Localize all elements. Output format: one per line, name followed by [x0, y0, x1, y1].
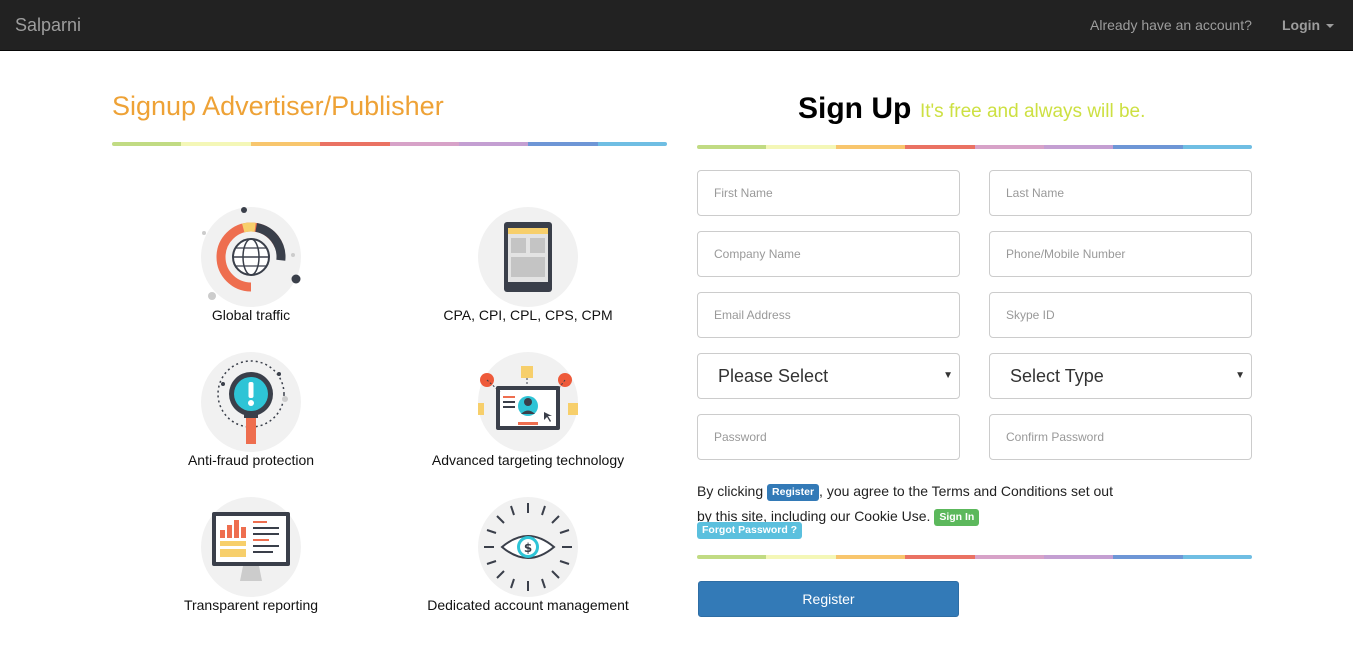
register-badge: Register: [767, 483, 820, 501]
type-select-value: Select Type: [1010, 366, 1104, 386]
first-name-input[interactable]: [697, 170, 960, 216]
stripe-segment: [905, 145, 975, 149]
last-name-input[interactable]: [989, 170, 1252, 216]
stripe-segment: [458, 142, 529, 146]
register-button[interactable]: Register: [698, 581, 959, 617]
stripe-segment: [1113, 555, 1183, 559]
feature-anti-fraud: Anti-fraud protection: [121, 352, 381, 468]
stripe-segment: [1113, 145, 1183, 149]
stripe-segment: [250, 142, 321, 146]
monitor-report-icon: [201, 497, 301, 597]
stripe-segment: [112, 142, 182, 146]
stripe-segment: [181, 142, 251, 146]
left-color-divider: [112, 142, 667, 146]
feature-label: Anti-fraud protection: [187, 452, 315, 468]
country-select[interactable]: Please Select ▼: [697, 353, 960, 399]
country-select-value: Please Select: [718, 366, 829, 386]
top-navbar: Salparni Already have an account? Login: [0, 0, 1353, 51]
caret-down-icon: [1326, 24, 1335, 29]
stripe-segment: [905, 555, 975, 559]
signup-subtitle: It's free and always will be.: [920, 101, 1146, 122]
skype-id-input[interactable]: [989, 292, 1252, 338]
feature-label: Dedicated account management: [427, 597, 629, 613]
stripe-segment: [1043, 145, 1114, 149]
feature-label: Advanced targeting technology: [431, 452, 625, 468]
stripe-segment: [835, 555, 906, 559]
stripe-segment: [320, 142, 390, 146]
confirm-password-input[interactable]: [989, 414, 1252, 460]
stripe-segment: [1043, 555, 1114, 559]
stripe-segment: [389, 142, 459, 146]
forgot-password-link[interactable]: Forgot Password ?: [697, 522, 803, 539]
password-input[interactable]: [697, 414, 960, 460]
terms-prefix: By clicking: [697, 483, 764, 499]
stripe-segment: [766, 145, 836, 149]
feature-pricing-models: CPA, CPI, CPL, CPS, CPM: [398, 207, 658, 323]
stripe-segment: [835, 145, 906, 149]
stripe-segment: [974, 555, 1044, 559]
feature-reporting: Transparent reporting: [121, 497, 381, 613]
stripe-segment: [597, 142, 667, 146]
stripe-segment: [974, 145, 1044, 149]
globe-chart-icon: [201, 207, 301, 307]
dollar-eye-icon: $: [478, 497, 578, 597]
company-name-input[interactable]: [697, 231, 960, 277]
stripe-segment: [528, 142, 598, 146]
stripe-segment: [697, 555, 767, 559]
sign-in-link[interactable]: Sign In: [934, 508, 980, 526]
already-have-account-text: Already have an account?: [1090, 17, 1252, 33]
tablet-icon: [478, 207, 578, 307]
stripe-segment: [1182, 555, 1252, 559]
feature-label: Global traffic: [211, 307, 291, 323]
stripe-segment: [697, 145, 767, 149]
right-color-divider-bottom: [697, 555, 1252, 559]
login-label: Login: [1282, 17, 1321, 33]
feature-label: CPA, CPI, CPL, CPS, CPM: [443, 307, 613, 323]
email-input[interactable]: [697, 292, 960, 338]
feature-account-management: $ Dedicated account management: [398, 497, 658, 613]
svg-text:$: $: [524, 541, 532, 555]
feature-global-traffic: Global traffic: [121, 207, 381, 323]
feature-label: Transparent reporting: [183, 597, 319, 613]
phone-input[interactable]: [989, 231, 1252, 277]
select-arrow-icon: ▼: [943, 370, 953, 381]
right-color-divider-top: [697, 145, 1252, 149]
login-dropdown[interactable]: Login: [1282, 17, 1335, 33]
brand-link[interactable]: Salparni: [15, 15, 81, 36]
stripe-segment: [766, 555, 836, 559]
left-section-title: Signup Advertiser/Publisher: [112, 91, 444, 121]
type-select[interactable]: Select Type ▼: [989, 353, 1252, 399]
feature-targeting: Advanced targeting technology: [398, 352, 658, 468]
stripe-segment: [1182, 145, 1252, 149]
signup-title: Sign Up: [798, 92, 912, 125]
magnifier-alert-icon: [201, 352, 301, 452]
targeting-screen-icon: [478, 352, 578, 452]
select-arrow-icon: ▼: [1235, 370, 1245, 381]
